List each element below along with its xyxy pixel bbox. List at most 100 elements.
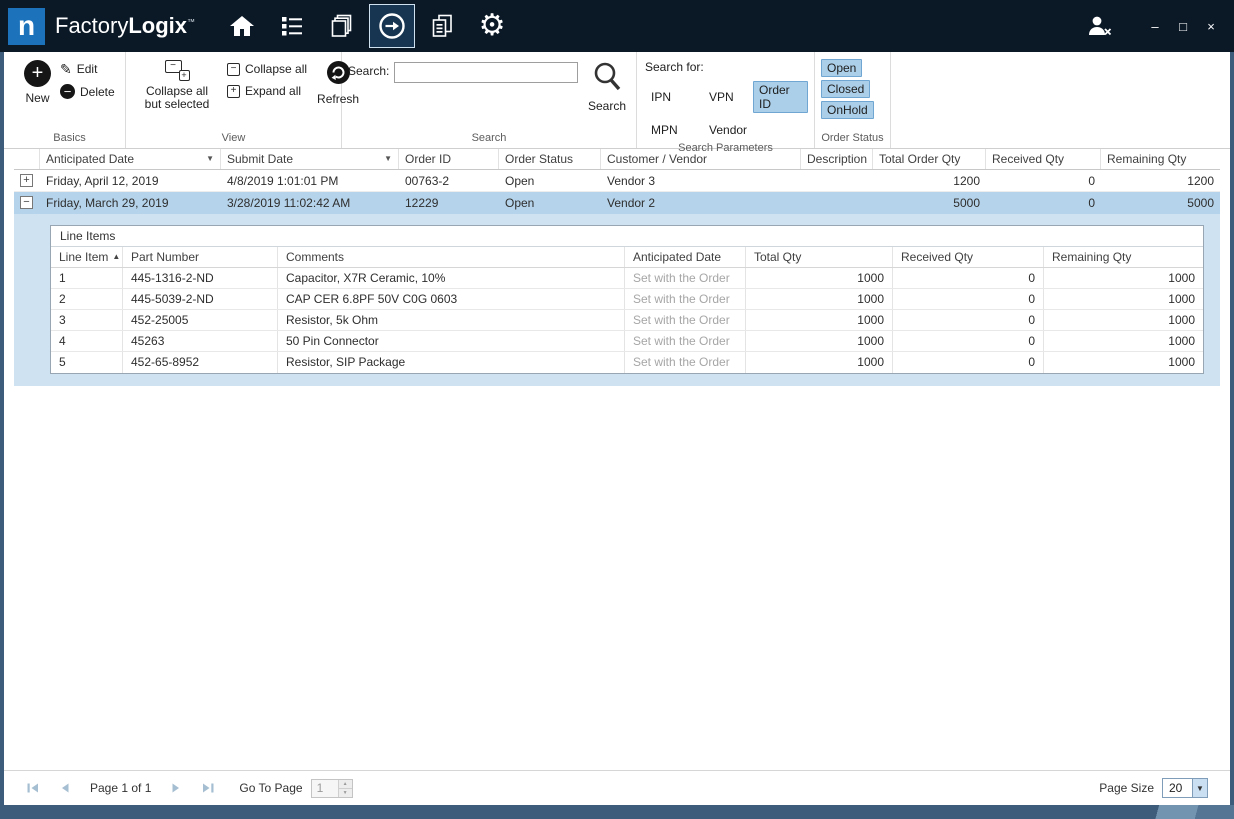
go-to-page-spinner[interactable]: ▲ ▼ [338, 780, 352, 797]
li-column-anticipated-date[interactable]: Anticipated Date [625, 247, 746, 267]
li-cell-line-item: 1 [51, 268, 123, 288]
line-items-title: Line Items [51, 226, 1203, 247]
column-header-order-status[interactable]: Order Status [499, 149, 601, 169]
minimize-button[interactable]: – [1146, 19, 1164, 34]
maximize-button[interactable]: □ [1174, 19, 1192, 34]
column-header-total-order-qty[interactable]: Total Order Qty [873, 149, 986, 169]
collapse-all-label: Collapse all [245, 62, 307, 76]
new-button-label: New [25, 91, 49, 105]
new-button[interactable]: + New [20, 59, 55, 106]
user-logout-icon[interactable] [1086, 14, 1114, 38]
line-item-row-2[interactable]: 2 445-5039-2-ND CAP CER 6.8PF 50V C0G 06… [51, 289, 1203, 310]
li-cell-remaining-qty: 1000 [1044, 352, 1203, 373]
filter-dropdown-icon[interactable]: ▼ [384, 149, 392, 169]
nav-production-icon[interactable] [269, 4, 315, 48]
line-item-row-5[interactable]: 5 452-65-8952 Resistor, SIP Package Set … [51, 352, 1203, 373]
column-header-description[interactable]: Description [801, 149, 873, 169]
column-header-order-id[interactable]: Order ID [399, 149, 499, 169]
last-page-button[interactable] [201, 781, 215, 795]
order-row-12229-selected[interactable]: − Friday, March 29, 2019 3/28/2019 11:02… [14, 192, 1220, 214]
status-filter-onhold[interactable]: OnHold [821, 101, 874, 119]
cell-received-qty: 0 [986, 192, 1101, 214]
expand-box-glyph: + [179, 70, 190, 81]
spinner-up-icon[interactable]: ▲ [339, 780, 352, 789]
search-for-label: Search for: [645, 60, 704, 74]
search-icon [592, 60, 622, 95]
li-cell-comments: CAP CER 6.8PF 50V C0G 0603 [278, 289, 625, 309]
app-title: FactoryLogix™ [55, 13, 195, 39]
app-window: n FactoryLogix™ [0, 0, 1234, 819]
li-column-received-qty[interactable]: Received Qty [893, 247, 1044, 267]
next-page-button[interactable] [169, 781, 183, 795]
search-param-mpn[interactable]: MPN [645, 121, 684, 139]
expand-all-label: Expand all [245, 84, 301, 98]
line-item-row-4[interactable]: 4 45263 50 Pin Connector Set with the Or… [51, 331, 1203, 352]
line-item-row-1[interactable]: 1 445-1316-2-ND Capacitor, X7R Ceramic, … [51, 268, 1203, 289]
li-cell-part-number: 445-5039-2-ND [123, 289, 278, 309]
delete-icon: − [60, 84, 75, 99]
li-cell-received-qty: 0 [893, 352, 1044, 373]
expand-all-button[interactable]: + Expand all [227, 84, 307, 98]
column-header-remaining-qty[interactable]: Remaining Qty [1101, 149, 1220, 169]
go-to-page-field: ▲ ▼ [311, 779, 353, 798]
column-header-received-qty[interactable]: Received Qty [986, 149, 1101, 169]
li-column-total-qty[interactable]: Total Qty [746, 247, 893, 267]
delete-button[interactable]: − Delete [60, 84, 115, 99]
cell-customer-vendor: Vendor 3 [601, 170, 801, 192]
li-column-line-item[interactable]: Line Item ▲ [51, 247, 123, 267]
ribbon-section-basics: + New ✎ Edit − Delete Basics [14, 52, 126, 148]
edit-icon: ✎ [60, 62, 72, 76]
li-column-label: Line Item [59, 247, 108, 267]
section-label-basics: Basics [20, 129, 119, 146]
li-cell-remaining-qty: 1000 [1044, 310, 1203, 330]
search-input[interactable] [394, 62, 578, 83]
nav-materials-icon[interactable] [319, 4, 365, 48]
collapse-row-icon[interactable]: − [20, 196, 33, 209]
nav-documents-icon[interactable] [419, 4, 465, 48]
li-cell-part-number: 45263 [123, 331, 278, 351]
page-size-select[interactable]: 20 ▼ [1162, 778, 1208, 798]
cell-order-id: 00763-2 [399, 170, 499, 192]
go-to-page-input[interactable] [312, 780, 338, 797]
page-size-dropdown-icon[interactable]: ▼ [1192, 779, 1207, 797]
li-column-remaining-qty[interactable]: Remaining Qty [1044, 247, 1203, 267]
column-header-customer-vendor[interactable]: Customer / Vendor [601, 149, 801, 169]
li-column-part-number[interactable]: Part Number [123, 247, 278, 267]
edit-button[interactable]: ✎ Edit [60, 62, 115, 76]
section-label-view: View [132, 129, 335, 146]
page-info: Page 1 of 1 [90, 781, 151, 795]
spinner-down-icon[interactable]: ▼ [339, 789, 352, 797]
ribbon-section-search: Search: Search Search [342, 52, 637, 148]
li-cell-comments: 50 Pin Connector [278, 331, 625, 351]
column-header-label: Submit Date [227, 149, 293, 169]
search-button[interactable]: Search [584, 59, 630, 114]
filter-dropdown-icon[interactable]: ▼ [206, 149, 214, 169]
first-page-button[interactable] [26, 781, 40, 795]
collapse-all-button[interactable]: − Collapse all [227, 62, 307, 76]
column-header-label: Total Order Qty [879, 149, 960, 169]
collapse-all-but-selected-button[interactable]: − + Collapse all but selected [132, 59, 222, 112]
search-param-vpn[interactable]: VPN [703, 88, 740, 106]
expand-row-icon[interactable]: + [20, 174, 33, 187]
order-row-00763-2[interactable]: + Friday, April 12, 2019 4/8/2019 1:01:0… [14, 170, 1220, 192]
column-header-submit-date[interactable]: Submit Date ▼ [221, 149, 399, 169]
close-button[interactable]: × [1202, 19, 1220, 34]
previous-page-button[interactable] [58, 781, 72, 795]
search-param-ipn[interactable]: IPN [645, 88, 677, 106]
section-label-order-status: Order Status [821, 129, 884, 146]
search-param-order-id[interactable]: Order ID [753, 81, 808, 113]
status-filter-closed[interactable]: Closed [821, 80, 870, 98]
li-column-comments[interactable]: Comments [278, 247, 625, 267]
cell-order-status: Open [499, 192, 601, 214]
line-items-header: Line Item ▲ Part Number Comments Anticip… [51, 247, 1203, 268]
line-item-row-3[interactable]: 3 452-25005 Resistor, 5k Ohm Set with th… [51, 310, 1203, 331]
cell-remaining-qty: 5000 [1101, 192, 1220, 214]
column-header-anticipated-date[interactable]: Anticipated Date ▼ [40, 149, 221, 169]
li-cell-total-qty: 1000 [746, 310, 893, 330]
nav-home-icon[interactable] [219, 4, 265, 48]
li-cell-anticipated-date: Set with the Order [625, 310, 746, 330]
nav-receiving-icon[interactable] [369, 4, 415, 48]
status-filter-open[interactable]: Open [821, 59, 862, 77]
nav-settings-gear-icon[interactable]: ⚙ [469, 4, 515, 48]
search-param-vendor[interactable]: Vendor [703, 121, 753, 139]
